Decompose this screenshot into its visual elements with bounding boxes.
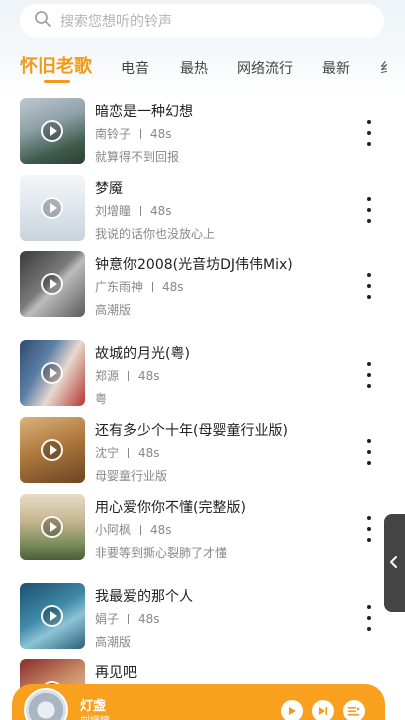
search-placeholder: 搜索您想听的铃声 bbox=[60, 14, 172, 30]
play-icon[interactable] bbox=[41, 362, 63, 384]
song-duration: 48s bbox=[150, 127, 172, 141]
playlist-icon bbox=[348, 707, 360, 716]
meta-divider bbox=[140, 525, 142, 535]
more-vertical-icon[interactable] bbox=[362, 197, 376, 223]
more-vertical-icon[interactable] bbox=[362, 605, 376, 631]
meta-divider bbox=[128, 614, 130, 624]
song-title: 用心爱你你不懂(完整版) bbox=[95, 500, 246, 516]
meta-divider bbox=[140, 129, 142, 139]
category-tabs: 怀旧老歌 电音 最热 网络流行 最新 纟 bbox=[0, 50, 405, 90]
song-duration: 48s bbox=[150, 204, 172, 218]
album-cover[interactable] bbox=[20, 251, 85, 317]
more-vertical-icon[interactable] bbox=[362, 273, 376, 299]
song-artist: 娟子 bbox=[95, 612, 120, 626]
song-description: 我说的话你也没放心上 bbox=[95, 227, 216, 241]
album-cover[interactable] bbox=[20, 340, 85, 406]
more-vertical-icon[interactable] bbox=[362, 516, 376, 542]
tab-internet-popular[interactable]: 网络流行 bbox=[237, 58, 293, 78]
more-vertical-icon[interactable] bbox=[362, 120, 376, 146]
list-item[interactable]: 我最爱的那个人 娟子 48s 高潮版 bbox=[0, 583, 405, 653]
song-artist: 沈宁 bbox=[95, 446, 120, 460]
song-title: 再见吧 bbox=[95, 665, 137, 681]
song-title: 还有多少个十年(母婴童行业版) bbox=[95, 423, 288, 439]
play-icon[interactable] bbox=[41, 120, 63, 142]
now-playing-artist: 刘增瞳 bbox=[80, 712, 110, 720]
song-title: 暗恋是一种幻想 bbox=[95, 104, 193, 120]
song-artist: 郑源 bbox=[95, 369, 120, 383]
chevron-left-icon bbox=[390, 556, 397, 568]
song-title: 钟意你2008(光音坊DJ伟伟Mix) bbox=[95, 257, 293, 273]
play-icon[interactable] bbox=[41, 197, 63, 219]
song-description: 母婴童行业版 bbox=[95, 469, 168, 483]
next-icon bbox=[319, 707, 328, 715]
tab-nostalgic[interactable]: 怀旧老歌 bbox=[20, 52, 92, 78]
play-icon[interactable] bbox=[41, 605, 63, 627]
next-button[interactable] bbox=[312, 700, 334, 720]
song-description: 高潮版 bbox=[95, 635, 132, 649]
search-bar[interactable]: 搜索您想听的铃声 bbox=[20, 4, 384, 38]
play-icon bbox=[289, 707, 296, 715]
song-meta: 沈宁 48s bbox=[95, 444, 160, 461]
more-vertical-icon[interactable] bbox=[362, 439, 376, 465]
active-tab-indicator bbox=[44, 80, 70, 83]
song-description: 非要等到撕心裂肺了才懂 bbox=[95, 546, 228, 560]
song-description: 粤 bbox=[95, 392, 108, 406]
song-artist: 南铃子 bbox=[95, 127, 132, 141]
list-item[interactable]: 梦魇 刘增瞳 48s 我说的话你也没放心上 bbox=[0, 175, 405, 245]
more-vertical-icon[interactable] bbox=[362, 362, 376, 388]
playlist-button[interactable] bbox=[343, 700, 365, 720]
meta-divider bbox=[128, 448, 130, 458]
song-title: 我最爱的那个人 bbox=[95, 589, 193, 605]
song-meta: 南铃子 48s bbox=[95, 125, 172, 142]
song-duration: 48s bbox=[138, 446, 160, 460]
song-title: 故城的月光(粤) bbox=[95, 346, 190, 362]
list-item[interactable]: 还有多少个十年(母婴童行业版) 沈宁 48s 母婴童行业版 bbox=[0, 417, 405, 487]
list-item[interactable]: 用心爱你你不懂(完整版) 小阿枫 48s 非要等到撕心裂肺了才懂 bbox=[0, 494, 405, 564]
play-button[interactable] bbox=[281, 700, 303, 720]
album-cover[interactable] bbox=[20, 417, 85, 483]
tab-next-partial[interactable]: 纟 bbox=[380, 58, 394, 78]
song-meta: 小阿枫 48s bbox=[95, 521, 172, 538]
tab-newest[interactable]: 最新 bbox=[322, 58, 350, 78]
tab-electronic[interactable]: 电音 bbox=[121, 58, 149, 78]
meta-divider bbox=[140, 206, 142, 216]
side-collapse-handle[interactable] bbox=[384, 514, 405, 612]
album-cover[interactable] bbox=[20, 98, 85, 164]
song-meta: 刘增瞳 48s bbox=[95, 202, 172, 219]
play-icon[interactable] bbox=[41, 273, 63, 295]
play-icon[interactable] bbox=[41, 516, 63, 538]
search-icon bbox=[34, 10, 52, 32]
song-artist: 刘增瞳 bbox=[95, 204, 132, 218]
song-meta: 郑源 48s bbox=[95, 367, 160, 384]
song-artist: 小阿枫 bbox=[95, 523, 132, 537]
list-item[interactable]: 暗恋是一种幻想 南铃子 48s 就算得不到回报 bbox=[0, 98, 405, 168]
song-description: 高潮版 bbox=[95, 303, 132, 317]
list-item[interactable]: 钟意你2008(光音坊DJ伟伟Mix) 广东雨神 48s 高潮版 bbox=[0, 251, 405, 321]
album-cover[interactable] bbox=[20, 494, 85, 560]
meta-divider bbox=[152, 282, 154, 292]
song-duration: 48s bbox=[162, 280, 184, 294]
play-icon[interactable] bbox=[41, 439, 63, 461]
song-meta: 娟子 48s bbox=[95, 610, 160, 627]
list-item[interactable]: 故城的月光(粤) 郑源 48s 粤 bbox=[0, 340, 405, 410]
album-cover[interactable] bbox=[20, 583, 85, 649]
song-meta: 广东雨神 48s bbox=[95, 278, 184, 295]
song-duration: 48s bbox=[150, 523, 172, 537]
album-cover[interactable] bbox=[20, 175, 85, 241]
song-duration: 48s bbox=[138, 369, 160, 383]
song-artist: 广东雨神 bbox=[95, 280, 144, 294]
tab-hottest[interactable]: 最热 bbox=[180, 58, 208, 78]
song-duration: 48s bbox=[138, 612, 160, 626]
song-title: 梦魇 bbox=[95, 181, 123, 197]
meta-divider bbox=[128, 371, 130, 381]
song-description: 就算得不到回报 bbox=[95, 150, 180, 164]
